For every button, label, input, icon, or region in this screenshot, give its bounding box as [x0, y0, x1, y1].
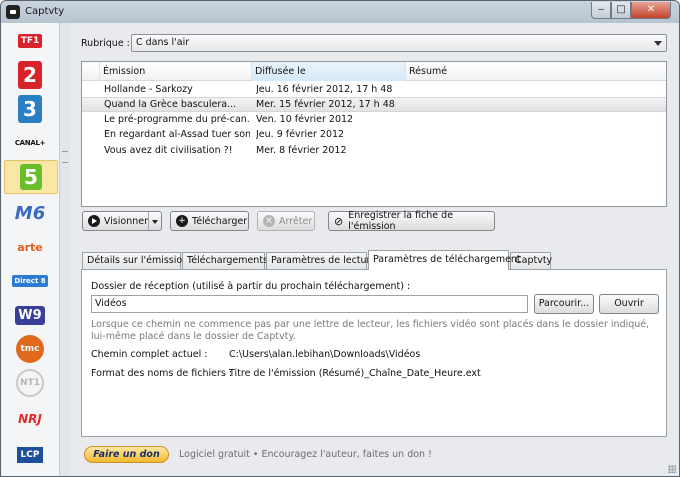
row-date: Jeu. 9 février 2012: [256, 129, 345, 140]
folder-input[interactable]: Vidéos: [91, 295, 528, 313]
column-header-emission[interactable]: Émission: [100, 62, 252, 81]
filename-format-label: Format des noms de fichiers :: [91, 368, 233, 379]
download-button-label: Télécharger: [192, 215, 248, 227]
table-row-selected[interactable]: Quand la Grèce bascul­era... Mer. 15 fév…: [82, 97, 666, 112]
attachment-icon: ⊘: [334, 214, 344, 228]
column-header-date[interactable]: Diffusée le: [252, 62, 406, 81]
tab-downloads[interactable]: Téléchargements: [182, 252, 268, 269]
donate-button[interactable]: Faire un don: [84, 446, 169, 463]
channel-sidebar: TF1 2 3 CANAL+ 5 M6 arte Direct 8 W9 tmc: [2, 23, 60, 476]
save-sheet-button-label: Enregistrer la fiche de l'émission: [348, 210, 454, 232]
list-header: Émission Diffusée le Résumé: [82, 62, 666, 81]
plus-icon: +: [176, 215, 188, 227]
filename-format-value: Titre de l'émission (Résumé)_Chaîne_Date…: [229, 368, 481, 379]
channel-w9[interactable]: W9: [8, 299, 52, 331]
row-emission: Vous avez dit civilisation ?!: [104, 145, 233, 156]
channel-direct-8[interactable]: Direct 8: [8, 265, 52, 297]
app-icon: [6, 5, 20, 19]
column-spacer: [82, 62, 100, 81]
channel-france-3[interactable]: 3: [8, 93, 52, 125]
minimize-button[interactable]: ‒: [591, 2, 611, 19]
rubrique-selected-value: C dans l'air: [136, 37, 190, 48]
channel-tf1[interactable]: TF1: [8, 25, 52, 57]
save-sheet-button[interactable]: ⊘ Enregistrer la fiche de l'émission: [328, 210, 495, 232]
download-button[interactable]: + Télécharger: [170, 211, 249, 231]
stop-button-label: Arrêter: [279, 215, 313, 227]
channel-canal-plus[interactable]: CANAL+: [8, 127, 52, 159]
window-title: Captvty: [25, 6, 65, 17]
folder-hint: Lorsque ce chemin ne commence pas par un…: [91, 319, 650, 342]
row-emission: Quand la Grèce bascul­era...: [104, 99, 237, 110]
watch-button[interactable]: Visionner: [82, 211, 149, 231]
channel-france-2[interactable]: 2: [8, 59, 52, 91]
channel-m6[interactable]: M6: [8, 197, 52, 229]
row-date: Jeu. 16 février 2012, 17 h 48: [256, 84, 393, 95]
title-bar[interactable]: Captvty ‒ □ ✕: [1, 1, 679, 23]
watch-options-dropdown[interactable]: [148, 211, 162, 231]
row-emission: Le pré-programme du pré-can...: [104, 114, 250, 125]
channel-arte[interactable]: arte: [8, 231, 52, 263]
row-date: Ven. 10 février 2012: [256, 114, 354, 125]
full-path-value: C:\Users\alan.lebihan\Downloads\Vidéos: [229, 349, 421, 360]
maximize-button[interactable]: □: [611, 2, 631, 19]
row-date: Mer. 15 février 2012, 17 h 48: [256, 99, 395, 110]
table-row[interactable]: Hollande - Sarkozy Jeu. 16 février 2012,…: [82, 83, 666, 98]
resize-grip-icon[interactable]: [668, 465, 676, 473]
channel-nt1[interactable]: NT1: [8, 367, 52, 399]
channel-nrj12[interactable]: NRJ: [8, 403, 52, 435]
folder-label: Dossier de réception (utilisé à partir d…: [91, 281, 411, 292]
play-icon: [88, 215, 100, 227]
watch-button-label: Visionner: [103, 215, 148, 227]
row-emission: Hollande - Sarkozy: [104, 84, 193, 95]
tab-download-settings[interactable]: Paramètres de téléchargement: [368, 250, 521, 270]
table-row[interactable]: Vous avez dit civilisation ?! Mer. 8 fév…: [82, 144, 666, 159]
row-date: Mer. 8 février 2012: [256, 145, 347, 156]
splitter-grip-icon[interactable]: [62, 151, 68, 163]
full-path-label: Chemin complet actuel :: [91, 349, 208, 360]
row-emission: En regardant al-Assad tuer son ...: [104, 129, 250, 140]
stop-icon: ×: [263, 215, 275, 227]
browse-button[interactable]: Parcourir...: [534, 294, 594, 314]
app-window: Captvty ‒ □ ✕ TF1 2 3 CANAL+ 5 M6 arte D…: [0, 0, 680, 477]
episode-list[interactable]: Émission Diffusée le Résumé Hollande - S…: [81, 61, 667, 207]
chevron-down-icon: [654, 41, 662, 46]
column-header-resume[interactable]: Résumé: [406, 62, 666, 81]
rubrique-select[interactable]: C dans l'air: [131, 34, 667, 52]
tab-details[interactable]: Détails sur l'émission: [82, 252, 188, 269]
table-row[interactable]: Le pré-programme du pré-can... Ven. 10 f…: [82, 113, 666, 128]
rubrique-label: Rubrique :: [81, 38, 130, 49]
table-row[interactable]: En regardant al-Assad tuer son ... Jeu. …: [82, 128, 666, 143]
footer-message: Logiciel gratuit • Encouragez l'auteur, …: [179, 449, 432, 460]
stop-button[interactable]: × Arrêter: [257, 211, 315, 231]
channel-tmc[interactable]: tmc: [8, 333, 52, 365]
tab-playback-settings[interactable]: Paramètres de lecture: [266, 252, 376, 269]
channel-france-5[interactable]: 5: [4, 160, 58, 194]
channel-lcp[interactable]: LCP: [8, 439, 52, 471]
open-button[interactable]: Ouvrir: [599, 294, 659, 314]
close-button[interactable]: ✕: [631, 2, 671, 19]
sidebar-splitter[interactable]: [60, 23, 70, 476]
